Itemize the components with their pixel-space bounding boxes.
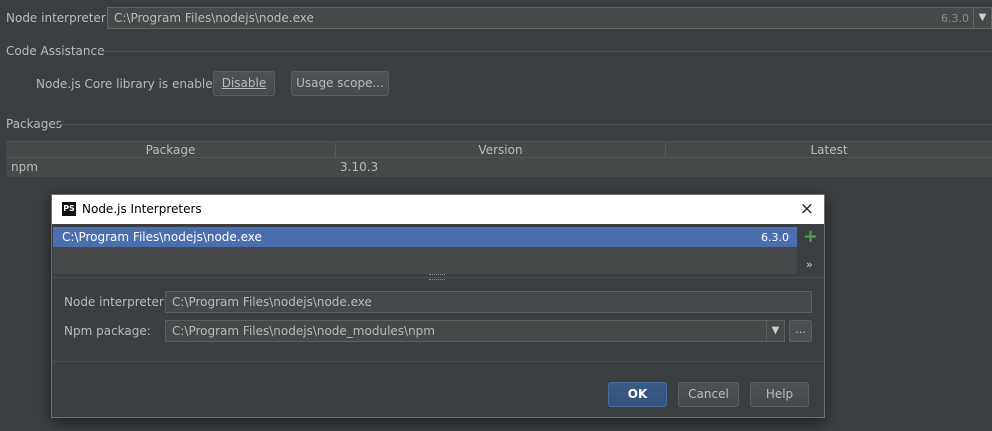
cancel-button-label: Cancel — [688, 387, 729, 401]
ok-button-label: OK — [627, 387, 648, 401]
divider — [52, 361, 824, 362]
node-interpreter-path: C:\Program Files\nodejs\node.exe — [114, 11, 314, 25]
npm-package-label: Npm package: — [64, 324, 151, 338]
packages-title: Packages — [6, 117, 62, 131]
cancel-button[interactable]: Cancel — [678, 382, 739, 407]
chevron-down-icon[interactable]: ▼ — [766, 321, 784, 341]
interpreter-version: 6.3.0 — [761, 231, 789, 244]
dialog-titlebar[interactable]: PS Node.js Interpreters × — [52, 195, 824, 224]
table-row[interactable]: npm 3.10.3 — [6, 158, 992, 177]
list-toolbar: + » — [798, 227, 824, 274]
npm-package-value: C:\Program Files\nodejs\node_modules\npm — [172, 324, 435, 338]
chevron-down-icon[interactable]: ▼ — [973, 8, 991, 28]
add-icon[interactable]: + — [803, 228, 818, 246]
node-interpreters-dialog: PS Node.js Interpreters × C:\Program Fil… — [51, 194, 825, 418]
package-version: 3.10.3 — [340, 160, 379, 174]
core-library-status: Node.js Core library is enabled. — [36, 77, 225, 91]
splitter-handle[interactable] — [429, 274, 445, 280]
interpreter-path: C:\Program Files\nodejs\node.exe — [62, 230, 262, 244]
divider — [58, 124, 992, 125]
code-assistance-title: Code Assistance — [6, 44, 105, 58]
help-button-label: Help — [765, 387, 794, 401]
phpstorm-icon: PS — [62, 202, 76, 216]
usage-scope-button[interactable]: Usage scope... — [291, 71, 389, 96]
node-interpreter-label: Node interpreter: — [6, 11, 110, 25]
npm-package-combo[interactable]: C:\Program Files\nodejs\node_modules\npm… — [165, 320, 785, 342]
node-interpreter-field-value: C:\Program Files\nodejs\node.exe — [172, 295, 372, 309]
node-interpreter-field-label: Node interpreter: — [64, 295, 168, 309]
node-interpreter-version: 6.3.0 — [941, 12, 969, 25]
column-header-latest[interactable]: Latest — [666, 143, 992, 158]
disable-button-label: Disable — [221, 76, 267, 90]
browse-button[interactable]: ... — [789, 320, 812, 342]
help-button[interactable]: Help — [750, 382, 809, 407]
close-icon[interactable]: × — [800, 199, 814, 219]
more-icon[interactable]: » — [806, 258, 813, 271]
table-header: Package Version Latest — [6, 141, 992, 158]
interpreter-list[interactable]: C:\Program Files\nodejs\node.exe 6.3.0 — [53, 227, 797, 274]
column-header-package[interactable]: Package — [6, 143, 336, 158]
list-item[interactable]: C:\Program Files\nodejs\node.exe 6.3.0 — [53, 227, 797, 247]
disable-button[interactable]: Disable — [213, 71, 275, 96]
ok-button[interactable]: OK — [608, 382, 667, 407]
usage-scope-button-label: Usage scope... — [296, 76, 384, 90]
divider — [96, 51, 992, 52]
node-interpreter-combo[interactable]: C:\Program Files\nodejs\node.exe 6.3.0 ▼ — [107, 7, 992, 29]
package-name: npm — [11, 160, 38, 174]
column-header-version[interactable]: Version — [336, 143, 666, 158]
node-interpreter-field[interactable]: C:\Program Files\nodejs\node.exe — [165, 291, 812, 313]
dialog-title: Node.js Interpreters — [82, 202, 202, 216]
